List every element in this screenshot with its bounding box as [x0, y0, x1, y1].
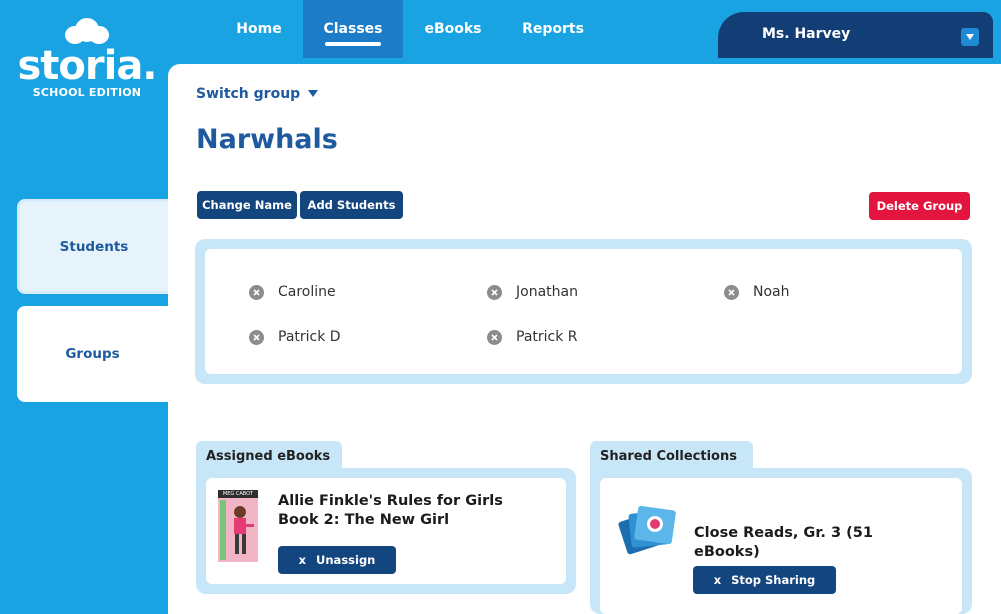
sidebar-item-label: Groups: [65, 346, 120, 362]
sidebar-item-groups[interactable]: Groups: [17, 306, 168, 402]
assigned-ebooks-tab: Assigned eBooks: [196, 441, 342, 471]
remove-icon[interactable]: [487, 329, 502, 345]
stop-sharing-button[interactable]: x Stop Sharing: [693, 566, 836, 594]
student-name: Jonathan: [516, 284, 578, 300]
remove-icon[interactable]: [724, 284, 739, 300]
assigned-ebooks-panel: MEG CABOT Allie Finkle's Rules for Girls…: [196, 468, 576, 594]
student-name: Patrick R: [516, 329, 578, 345]
students-panel: Caroline Jonathan Noah Patrick D Patrick…: [195, 239, 972, 384]
unassign-button[interactable]: x Unassign: [278, 546, 396, 574]
sidebar-item-label: Students: [59, 238, 129, 255]
shared-collections-tab: Shared Collections: [590, 441, 753, 471]
collection-title[interactable]: Close Reads, Gr. 3 (51 eBooks): [694, 524, 934, 562]
list-item: Patrick D: [249, 329, 341, 345]
switch-group-dropdown[interactable]: Switch group: [196, 86, 319, 102]
student-name: Caroline: [278, 284, 336, 300]
unassign-label: Unassign: [316, 553, 376, 567]
remove-icon[interactable]: [249, 284, 264, 300]
page-title: Narwhals: [196, 124, 338, 155]
shared-collection-card: Close Reads, Gr. 3 (51 eBooks) x Stop Sh…: [600, 478, 962, 614]
book-title[interactable]: Allie Finkle's Rules for Girls Book 2: T…: [278, 492, 538, 530]
student-name: Patrick D: [278, 329, 341, 345]
nav-ebooks[interactable]: eBooks: [403, 0, 503, 58]
cloud-icon: [65, 18, 109, 44]
list-item: Jonathan: [487, 284, 578, 300]
delete-group-button[interactable]: Delete Group: [869, 192, 970, 220]
student-name: Noah: [753, 284, 790, 300]
stop-sharing-label: Stop Sharing: [731, 573, 816, 587]
sidebar-item-students[interactable]: Students: [17, 199, 168, 294]
students-list: Caroline Jonathan Noah Patrick D Patrick…: [205, 249, 962, 374]
close-icon: x: [713, 573, 722, 587]
chevron-down-icon[interactable]: [961, 28, 979, 46]
list-item: Caroline: [249, 284, 336, 300]
assigned-book-card: MEG CABOT Allie Finkle's Rules for Girls…: [206, 478, 566, 584]
book-cover-image[interactable]: MEG CABOT: [218, 490, 258, 562]
storia-logo[interactable]: storia. SCHOOL EDITION: [12, 18, 162, 99]
user-menu[interactable]: Ms. Harvey: [718, 12, 993, 58]
remove-icon[interactable]: [249, 329, 264, 345]
list-item: Noah: [724, 284, 790, 300]
user-name: Ms. Harvey: [762, 26, 851, 42]
shared-collections-panel: Close Reads, Gr. 3 (51 eBooks) x Stop Sh…: [590, 468, 972, 614]
nav-classes[interactable]: Classes: [303, 0, 403, 58]
girl-illustration-icon: [218, 498, 258, 562]
top-nav: Home Classes eBooks Reports: [215, 0, 603, 58]
add-students-button[interactable]: Add Students: [300, 191, 403, 219]
book-cover-author: MEG CABOT: [218, 490, 258, 498]
logo-brand: storia.: [17, 43, 157, 89]
main-content: Switch group Narwhals Change Name Add St…: [168, 64, 1001, 614]
change-name-button[interactable]: Change Name: [197, 191, 297, 219]
switch-group-label: Switch group: [196, 86, 301, 102]
logo-edition: SCHOOL EDITION: [32, 86, 142, 99]
list-item: Patrick R: [487, 329, 578, 345]
caret-down-icon: [308, 90, 319, 97]
close-icon: x: [298, 553, 307, 567]
nav-home[interactable]: Home: [215, 0, 303, 58]
nav-reports[interactable]: Reports: [503, 0, 603, 58]
collection-stack-icon[interactable]: [616, 500, 678, 556]
remove-icon[interactable]: [487, 284, 502, 300]
